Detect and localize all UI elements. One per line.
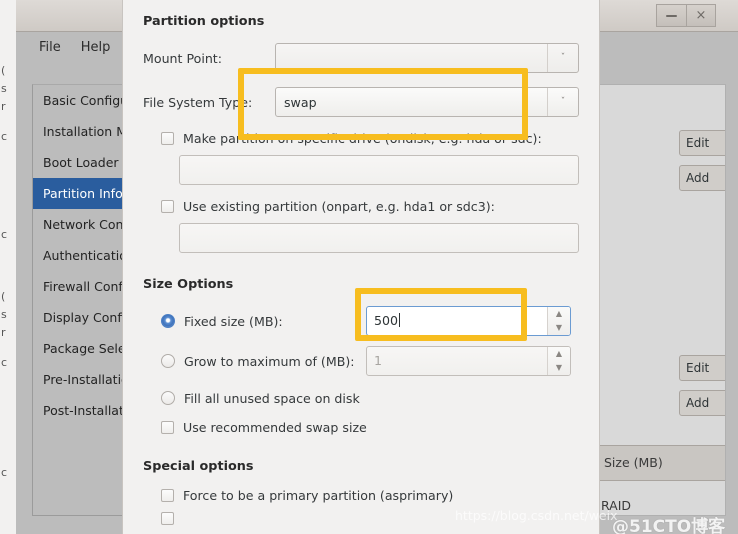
onpart-input[interactable]: [179, 223, 579, 253]
minimize-button[interactable]: [656, 4, 686, 27]
stepper-down-icon[interactable]: ▼: [548, 361, 570, 375]
screen: ( s r c c ( s r c c × File Help Basic Co…: [0, 0, 738, 534]
special-options-title: Special options: [143, 459, 254, 474]
bg-fragment: c: [1, 356, 8, 369]
add-button[interactable]: Add: [679, 165, 725, 191]
ondisk-checkbox[interactable]: [161, 132, 174, 145]
partition-options-title: Partition options: [143, 14, 265, 29]
fill-all-unused-label: Fill all unused space on disk: [184, 390, 360, 406]
fixed-size-label: Fixed size (MB):: [184, 313, 283, 329]
ondisk-label: Make partition on specific drive (ondisk…: [183, 131, 542, 146]
fixed-size-row[interactable]: Fixed size (MB): 500 ▲ ▼: [143, 306, 579, 336]
chevron-down-icon: ˇ: [547, 44, 578, 72]
menu-item-help[interactable]: Help: [72, 38, 120, 57]
watermark-51cto: @51CTO博客: [612, 517, 726, 534]
mount-point-label: Mount Point:: [143, 50, 222, 66]
file-system-type-label: File System Type:: [143, 94, 253, 110]
file-system-type-row: File System Type: swap ˇ: [143, 87, 579, 117]
onpart-checkbox-row[interactable]: Use existing partition (onpart, e.g. hda…: [143, 199, 579, 214]
bg-fragment: s: [1, 308, 7, 321]
asprimary-label: Force to be a primary partition (asprima…: [183, 488, 454, 503]
partially-visible-checkbox[interactable]: [161, 512, 174, 525]
window-controls: ×: [656, 4, 716, 28]
fill-all-unused-row[interactable]: Fill all unused space on disk: [143, 386, 579, 410]
bg-fragment: s: [1, 82, 7, 95]
stepper-up-icon[interactable]: ▲: [548, 307, 570, 321]
fixed-size-radio[interactable]: [161, 314, 175, 328]
chevron-down-icon: ˇ: [547, 88, 578, 116]
edit-button[interactable]: Edit: [679, 130, 725, 156]
asprimary-row[interactable]: Force to be a primary partition (asprima…: [143, 488, 579, 503]
stepper-down-icon[interactable]: ▼: [548, 321, 570, 335]
fill-all-unused-radio[interactable]: [161, 391, 175, 405]
partition-options-dialog: Partition options Mount Point: ˇ File Sy…: [122, 0, 600, 534]
recommended-swap-checkbox[interactable]: [161, 421, 174, 434]
bg-fragment: r: [1, 100, 6, 113]
grow-to-maximum-stepper[interactable]: ▲ ▼: [547, 347, 570, 375]
recommended-swap-row[interactable]: Use recommended swap size: [143, 420, 579, 435]
dialog-content: Partition options Mount Point: ˇ File Sy…: [123, 0, 599, 525]
text-caret: [399, 313, 401, 327]
close-button[interactable]: ×: [686, 4, 716, 27]
fixed-size-spinner[interactable]: 500 ▲ ▼: [366, 306, 571, 336]
grow-to-maximum-radio[interactable]: [161, 354, 175, 368]
fixed-size-input[interactable]: 500: [367, 307, 547, 335]
onpart-checkbox[interactable]: [161, 200, 174, 213]
watermark-csdn: https://blog.csdn.net/weix: [455, 508, 618, 523]
background-window-sliver: ( s r c c ( s r c c: [0, 0, 17, 534]
minimize-icon: [666, 14, 677, 17]
edit-button-2[interactable]: Edit: [679, 355, 725, 381]
grow-to-maximum-label: Grow to maximum of (MB):: [184, 353, 355, 369]
stepper-up-icon[interactable]: ▲: [548, 347, 570, 361]
mount-point-combobox[interactable]: ˇ: [275, 43, 579, 73]
grow-to-maximum-spinner[interactable]: 1 ▲ ▼: [366, 346, 571, 376]
onpart-label: Use existing partition (onpart, e.g. hda…: [183, 199, 495, 214]
file-system-type-value: swap: [284, 94, 317, 110]
ondisk-checkbox-row[interactable]: Make partition on specific drive (ondisk…: [143, 131, 579, 146]
bg-fragment: (: [1, 290, 6, 303]
bg-fragment: c: [1, 228, 8, 241]
mount-point-row: Mount Point: ˇ: [143, 43, 579, 73]
fixed-size-value: 500: [374, 313, 399, 328]
fixed-size-stepper[interactable]: ▲ ▼: [547, 307, 570, 335]
bg-fragment: r: [1, 326, 6, 339]
close-icon: ×: [695, 8, 707, 23]
ondisk-input[interactable]: [179, 155, 579, 185]
grow-to-maximum-row[interactable]: Grow to maximum of (MB): 1 ▲ ▼: [143, 346, 579, 376]
size-options-title: Size Options: [143, 277, 234, 292]
bg-fragment: c: [1, 130, 8, 143]
bg-fragment: c: [1, 466, 8, 479]
bg-fragment: (: [1, 64, 6, 77]
add-button-2[interactable]: Add: [679, 390, 725, 416]
file-system-type-combobox[interactable]: swap ˇ: [275, 87, 579, 117]
menu-item-file[interactable]: File: [30, 38, 70, 57]
table-column-header-size: Size (MB): [597, 445, 725, 481]
grow-to-maximum-input[interactable]: 1: [367, 347, 547, 375]
recommended-swap-label: Use recommended swap size: [183, 420, 367, 435]
asprimary-checkbox[interactable]: [161, 489, 174, 502]
